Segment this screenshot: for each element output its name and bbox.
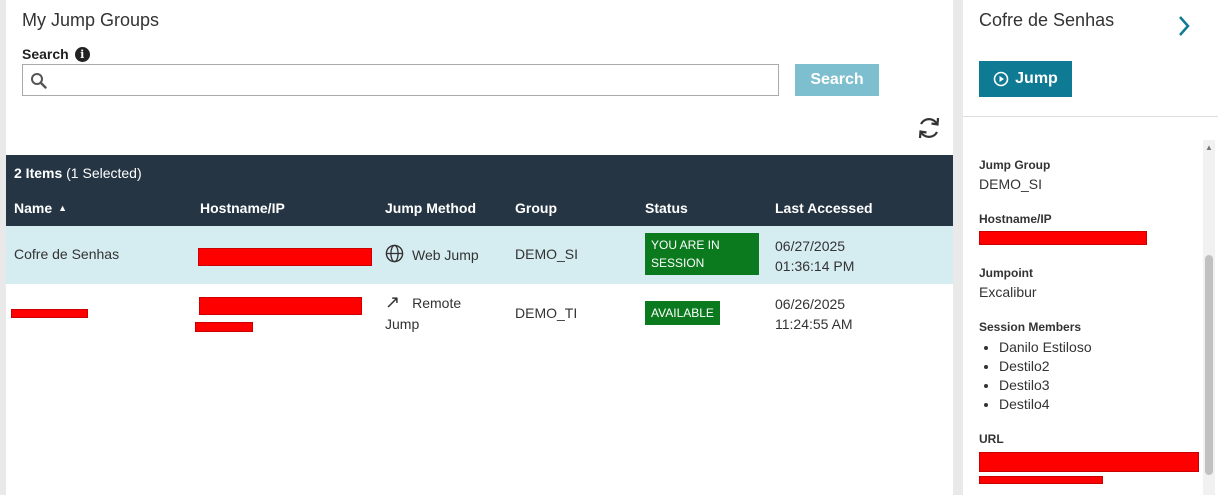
play-circle-icon xyxy=(993,71,1009,87)
refresh-icon[interactable] xyxy=(916,115,942,141)
url-label: URL xyxy=(979,432,1004,446)
jump-method-label: Web Jump xyxy=(412,247,479,263)
column-header-status[interactable]: Status xyxy=(645,200,688,216)
row-name: Cofre de Senhas xyxy=(14,246,120,262)
jumpoint-label: Jumpoint xyxy=(979,266,1033,280)
status-badge: AVAILABLE xyxy=(645,301,720,325)
details-scrollbar[interactable]: ▲ xyxy=(1203,140,1215,495)
hostname-label: Hostname/IP xyxy=(979,212,1052,226)
jump-method-label-line2: Jump xyxy=(385,316,420,332)
jump-button[interactable]: Jump xyxy=(979,61,1072,97)
table-header: 2 Items (1 Selected) Name ▲ Hostname/IP J… xyxy=(6,155,953,226)
table-row[interactable]: ↗ Remote Jump DEMO_TI AVAILABLE 06/26/202… xyxy=(6,284,953,342)
redacted-hostname-value xyxy=(979,231,1147,245)
last-accessed-time: 11:24:55 AM xyxy=(775,316,853,332)
page-title: My Jump Groups xyxy=(22,10,160,30)
last-accessed-time: 01:36:14 PM xyxy=(775,258,855,274)
redacted-url-line2 xyxy=(979,476,1103,484)
column-header-jump-method[interactable]: Jump Method xyxy=(385,200,476,216)
divider xyxy=(963,116,1218,117)
arrow-up-right-icon: ↗ xyxy=(385,292,401,312)
row-group: DEMO_SI xyxy=(515,246,579,262)
info-icon[interactable]: i xyxy=(74,46,90,62)
jump-group-value: DEMO_SI xyxy=(979,176,1043,192)
jump-button-label: Jump xyxy=(1015,70,1058,87)
status-badge: YOU ARE IN SESSION xyxy=(645,233,759,275)
list-item: Danilo Estiloso xyxy=(999,338,1092,357)
search-input[interactable] xyxy=(51,65,771,95)
jump-groups-panel: My Jump Groups Search i Search 2 Items (… xyxy=(6,0,953,495)
table-row[interactable]: Cofre de Senhas Web Jump DEMO_SI YOU ARE… xyxy=(6,226,953,284)
details-title: Cofre de Senhas xyxy=(979,10,1115,30)
row-jump-method: Web Jump xyxy=(385,244,479,263)
session-members-label: Session Members xyxy=(979,320,1082,334)
jump-method-label-line1: Remote xyxy=(412,295,462,311)
last-accessed-date: 06/27/2025 xyxy=(775,238,846,254)
search-label: Search i xyxy=(22,46,90,62)
list-item: Destilo3 xyxy=(999,376,1092,395)
row-last-accessed: 06/26/2025 11:24:55 AM xyxy=(775,294,853,334)
row-last-accessed: 06/27/2025 01:36:14 PM xyxy=(775,236,854,276)
scroll-thumb[interactable] xyxy=(1205,255,1213,475)
sort-ascending-icon: ▲ xyxy=(58,203,68,213)
redacted-url xyxy=(979,452,1199,472)
chevron-right-icon[interactable] xyxy=(1177,14,1191,38)
column-header-last-accessed[interactable]: Last Accessed xyxy=(775,200,873,216)
jump-method-line1: ↗ Remote xyxy=(385,292,461,314)
search-icon xyxy=(31,73,47,89)
column-header-group[interactable]: Group xyxy=(515,200,557,216)
list-item: Destilo4 xyxy=(999,395,1092,414)
globe-icon xyxy=(385,244,404,263)
row-jump-method: ↗ Remote Jump xyxy=(385,292,461,335)
search-label-text: Search xyxy=(22,46,69,62)
search-button[interactable]: Search xyxy=(795,64,879,96)
jumpoint-value: Excalibur xyxy=(979,284,1037,300)
items-count-bold: 2 Items xyxy=(14,165,63,181)
row-group: DEMO_TI xyxy=(515,305,578,321)
column-header-name[interactable]: Name ▲ xyxy=(14,200,67,216)
details-panel: Cofre de Senhas Jump Jump Group DEMO_SI … xyxy=(963,0,1218,495)
redacted-hostname xyxy=(199,297,362,315)
search-input-box[interactable] xyxy=(22,64,779,96)
last-accessed-date: 06/26/2025 xyxy=(775,296,846,312)
scroll-up-icon[interactable]: ▲ xyxy=(1205,143,1213,152)
session-members-list: Danilo Estiloso Destilo2 Destilo3 Destil… xyxy=(999,338,1092,414)
list-item: Destilo2 xyxy=(999,357,1092,376)
redacted-hostname xyxy=(198,248,372,266)
column-header-hostname[interactable]: Hostname/IP xyxy=(200,200,285,216)
column-header-name-label: Name xyxy=(14,200,53,216)
redacted-name xyxy=(11,309,88,318)
redacted-hostname-line2 xyxy=(195,322,253,332)
jump-group-label: Jump Group xyxy=(979,158,1051,172)
items-count-selected: (1 Selected) xyxy=(66,165,142,181)
items-count: 2 Items (1 Selected) xyxy=(14,165,142,181)
